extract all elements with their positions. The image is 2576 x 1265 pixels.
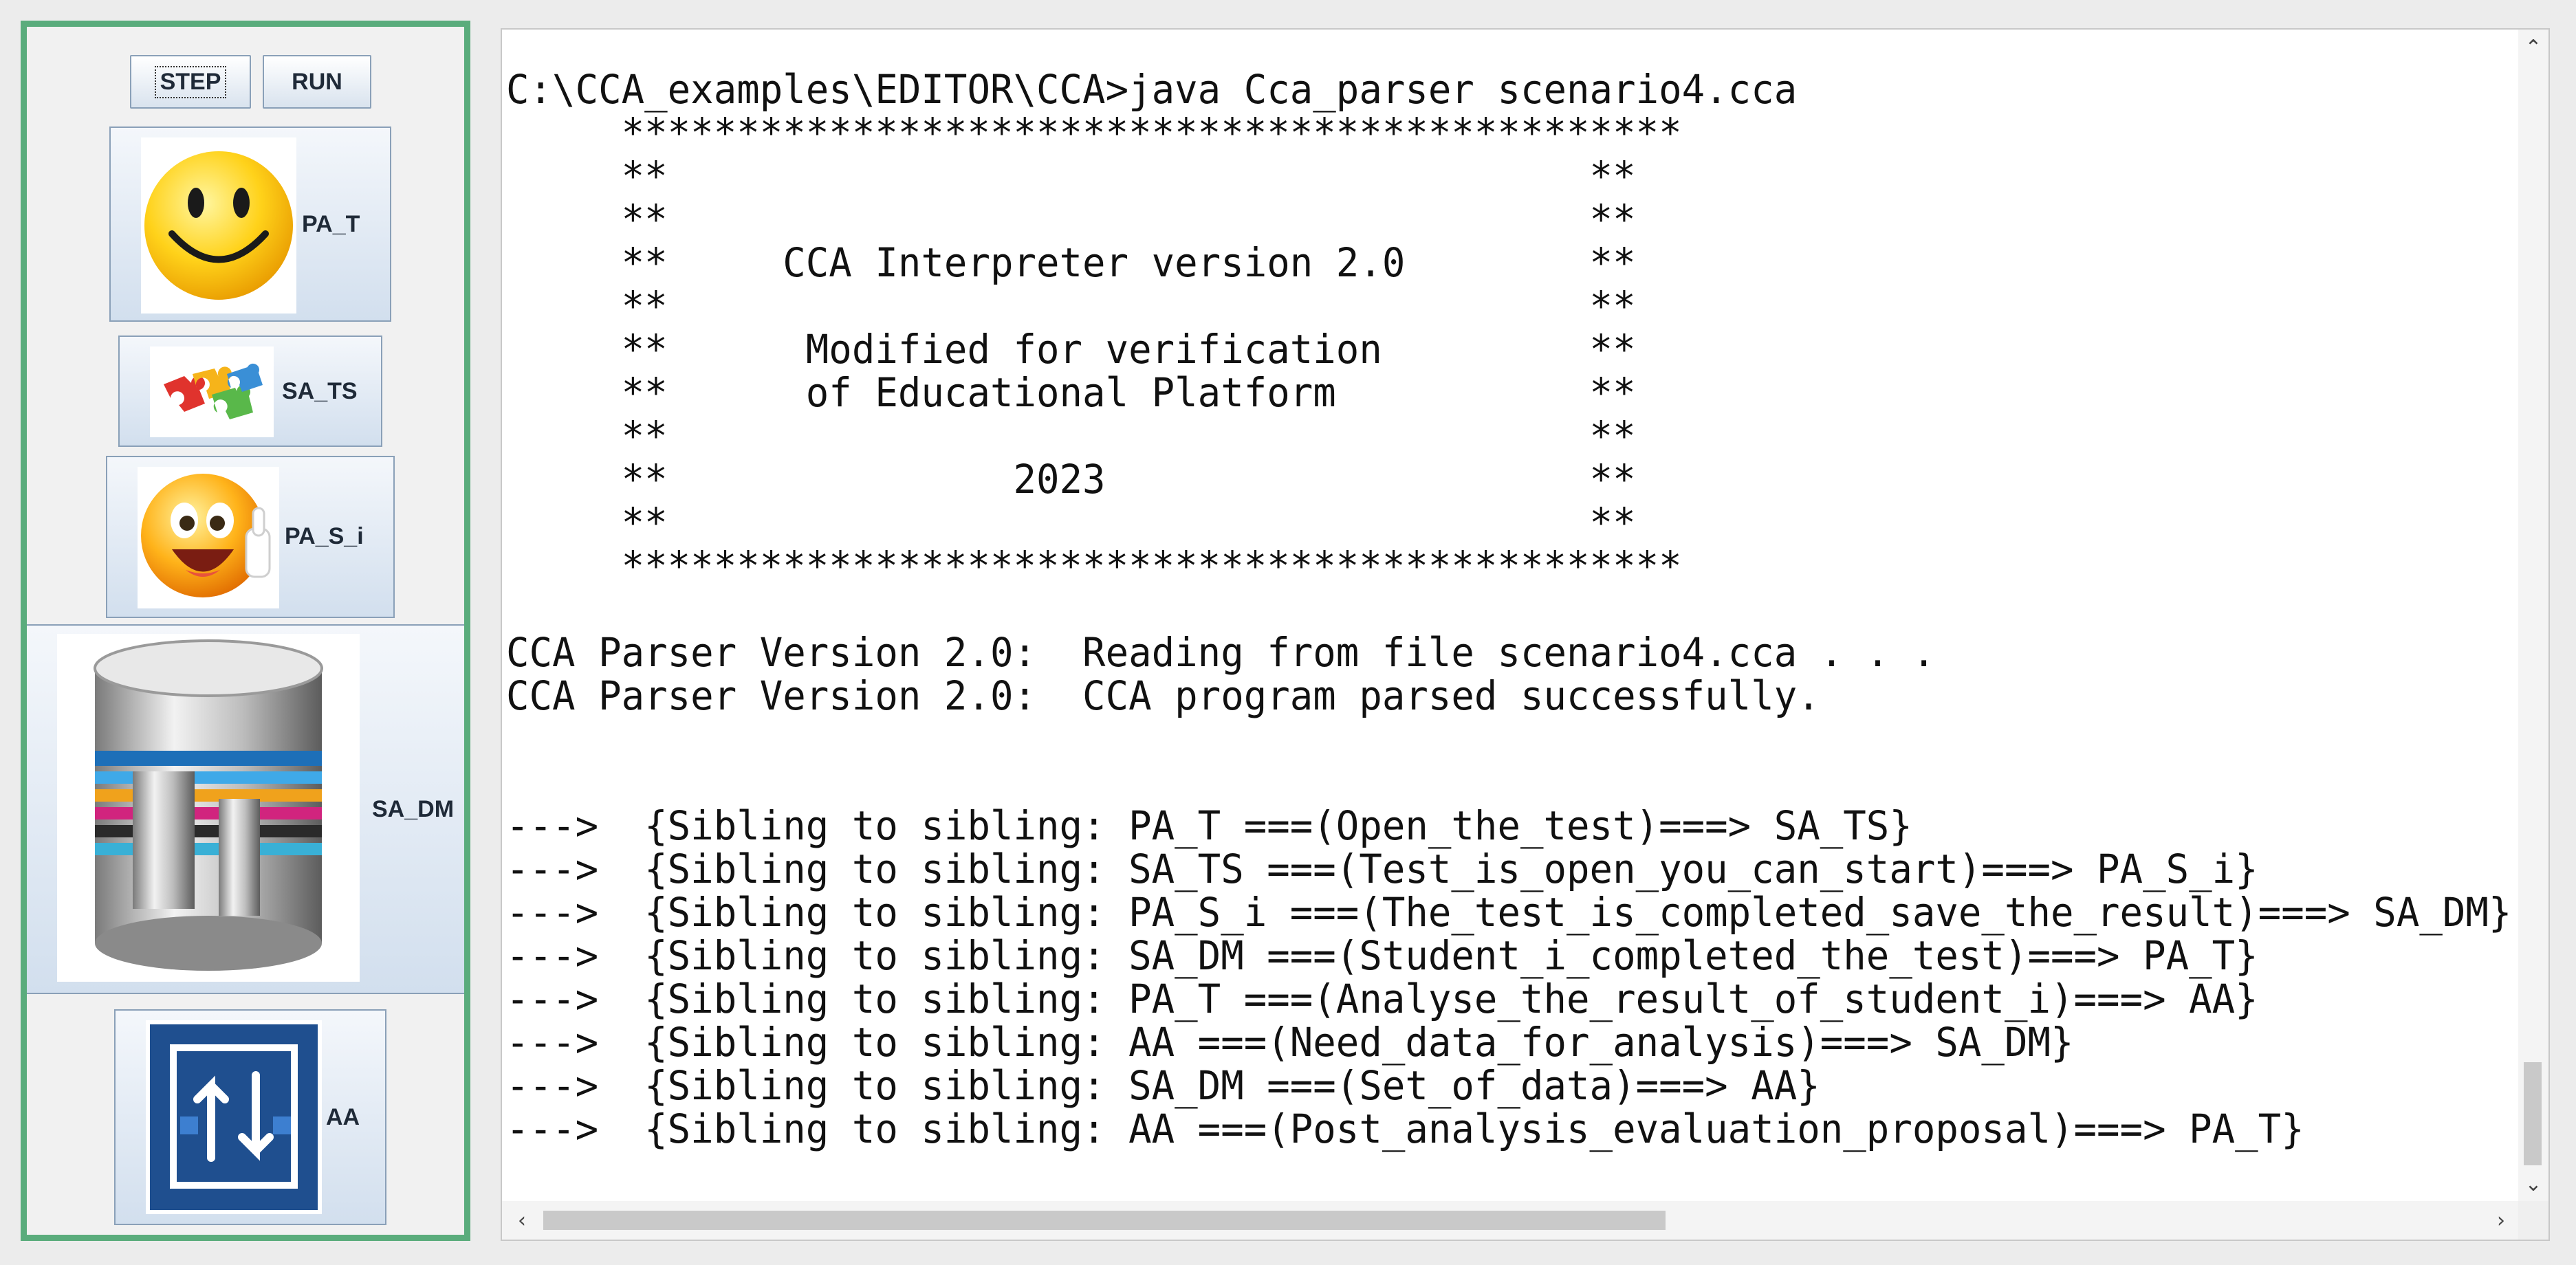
console-output[interactable]: C:\CCA_examples\EDITOR\CCA>java Cca_pars…	[501, 28, 2550, 1241]
thumbs-up-smiley-icon	[138, 467, 279, 608]
console-line: CCA Parser Version 2.0: Reading from fil…	[506, 629, 1936, 676]
agent-label-sa-ts: SA_TS	[282, 378, 358, 404]
console-line: ** of Educational Platform **	[506, 369, 1636, 416]
agent-label-pa-s-i: PA_S_i	[285, 523, 364, 549]
console-line: ****************************************…	[506, 109, 1682, 156]
console-line: ---> {Sibling to sibling: AA ===(Need_da…	[506, 1019, 2074, 1066]
database-icon	[57, 634, 360, 982]
step-label: STEP	[154, 65, 227, 98]
agent-button-sa-ts[interactable]: SA_TS	[118, 336, 382, 447]
console-line: ** Modified for verification **	[506, 326, 1636, 373]
console-line: ---> {Sibling to sibling: SA_DM ===(Stud…	[506, 932, 2258, 979]
run-label: RUN	[292, 68, 342, 95]
console-line: ---> {Sibling to sibling: PA_T ===(Open_…	[506, 802, 1912, 849]
console-line: ** **	[506, 499, 1636, 546]
scroll-up-icon[interactable]: ⌃	[2518, 32, 2548, 63]
scroll-corner	[2518, 1201, 2548, 1240]
puzzle-pieces-icon	[150, 346, 274, 437]
agent-button-pa-t[interactable]: PA_T	[109, 126, 391, 322]
agent-label-aa: AA	[326, 1104, 360, 1130]
console-line: ** **	[506, 153, 1636, 199]
analysis-arrows-icon	[146, 1020, 322, 1214]
run-button[interactable]: RUN	[263, 55, 371, 109]
agent-button-sa-dm[interactable]: SA_DM	[27, 624, 464, 994]
scroll-left-icon[interactable]: ‹	[505, 1201, 539, 1240]
console-line: ** CCA Interpreter version 2.0 **	[506, 239, 1636, 286]
scroll-right-icon[interactable]: ›	[2484, 1201, 2518, 1240]
console-line: ** 2023 **	[506, 456, 1636, 503]
console-line: ---> {Sibling to sibling: AA ===(Post_an…	[506, 1106, 2304, 1152]
step-button[interactable]: STEP	[130, 55, 251, 109]
smiley-face-icon	[141, 138, 296, 314]
console-line: C:\CCA_examples\EDITOR\CCA>java Cca_pars…	[506, 66, 1798, 113]
vertical-scrollbar[interactable]: ⌃ ⌄	[2518, 30, 2548, 1202]
agent-panel: STEP RUN PA_T SA_TS PA_S_i SA_DM AA	[21, 21, 470, 1241]
vertical-scroll-thumb[interactable]	[2524, 1062, 2542, 1165]
console-line: ---> {Sibling to sibling: SA_TS ===(Test…	[506, 846, 2258, 892]
console-line: ---> {Sibling to sibling: SA_DM ===(Set_…	[506, 1062, 1820, 1109]
horizontal-scroll-thumb[interactable]	[543, 1211, 1666, 1230]
console-line: ** **	[506, 412, 1636, 459]
agent-button-aa[interactable]: AA	[114, 1009, 386, 1225]
agent-label-sa-dm: SA_DM	[372, 796, 455, 822]
console-text: C:\CCA_examples\EDITOR\CCA>java Cca_pars…	[506, 68, 2511, 1151]
horizontal-scrollbar[interactable]: ‹ ›	[502, 1201, 2521, 1240]
agent-button-pa-s-i[interactable]: PA_S_i	[106, 456, 395, 618]
agent-label-pa-t: PA_T	[302, 211, 360, 237]
console-line: ** **	[506, 196, 1636, 243]
console-line: ---> {Sibling to sibling: PA_S_i ===(The…	[506, 889, 2512, 936]
console-line: ---> {Sibling to sibling: PA_T ===(Analy…	[506, 976, 2258, 1022]
console-line: CCA Parser Version 2.0: CCA program pars…	[506, 672, 1820, 719]
console-line: ****************************************…	[506, 542, 1682, 589]
scroll-down-icon[interactable]: ⌄	[2518, 1169, 2548, 1199]
console-line: ** **	[506, 283, 1636, 329]
